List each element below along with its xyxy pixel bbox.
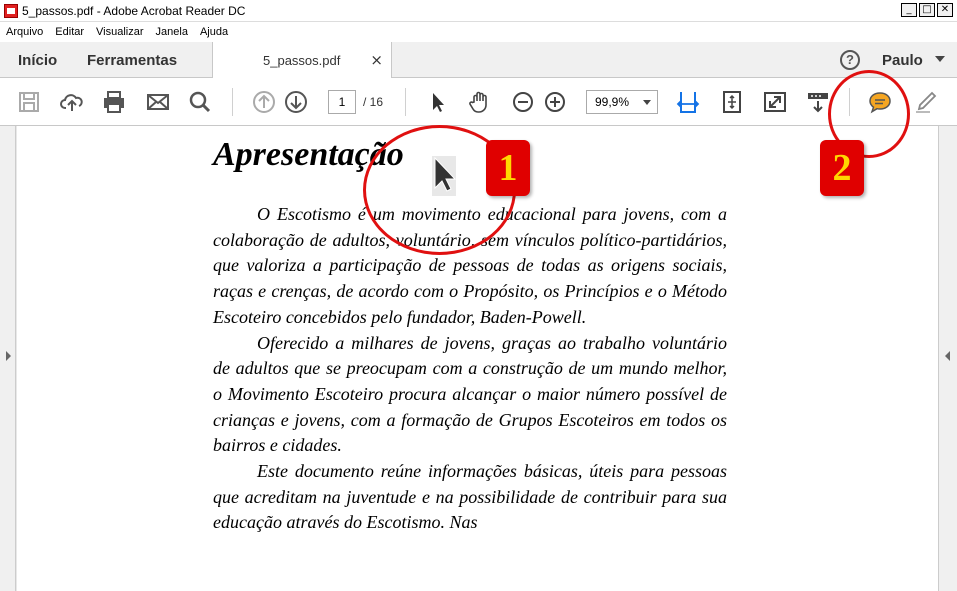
toolbar: 1 / 16 99,9%: [0, 78, 957, 126]
menu-visualizar[interactable]: Visualizar: [96, 26, 144, 38]
select-cursor-icon[interactable]: [426, 90, 450, 114]
expand-right-panel-icon: [945, 351, 950, 361]
help-icon[interactable]: ?: [840, 50, 860, 70]
maximize-button[interactable]: □: [919, 3, 935, 17]
close-window-button[interactable]: ✕: [937, 3, 953, 17]
zoom-value: 99,9%: [595, 95, 630, 109]
callout-badge-1: 1: [486, 140, 530, 196]
document-body: O Escotismo é um movimento educacional p…: [213, 202, 727, 536]
zoom-select[interactable]: 99,9%: [586, 90, 658, 114]
toolbar-separator: [405, 88, 406, 116]
zoom-out-icon[interactable]: [511, 90, 535, 114]
close-tab-icon[interactable]: ×: [370, 51, 383, 69]
menu-janela[interactable]: Janela: [156, 26, 188, 38]
menu-bar: Arquivo Editar Visualizar Janela Ajuda: [0, 22, 957, 42]
expand-left-panel-icon: [6, 351, 11, 361]
fit-width-icon[interactable]: [676, 90, 700, 114]
minimize-button[interactable]: _: [901, 3, 917, 17]
left-panel-toggle[interactable]: [0, 126, 16, 591]
tab-tools[interactable]: Ferramentas: [87, 52, 177, 69]
previous-page-icon[interactable]: [252, 90, 276, 114]
tab-bar: Início Ferramentas 5_passos.pdf × ? Paul…: [0, 42, 957, 79]
document-paragraph: Este documento reúne informações básicas…: [213, 461, 727, 533]
zoom-in-icon[interactable]: [543, 90, 567, 114]
menu-arquivo[interactable]: Arquivo: [6, 26, 43, 38]
window-titlebar: 5_passos.pdf - Adobe Acrobat Reader DC _…: [0, 0, 957, 22]
document-paragraph: Oferecido a milhares de jovens, graças a…: [213, 332, 727, 456]
toolbar-separator: [232, 88, 233, 116]
full-screen-icon[interactable]: [763, 90, 787, 114]
tab-document-label: 5_passos.pdf: [263, 53, 341, 68]
page-number-input[interactable]: 1: [328, 90, 356, 114]
tab-document[interactable]: 5_passos.pdf ×: [212, 42, 392, 79]
page-total: / 16: [363, 95, 384, 109]
menu-editar[interactable]: Editar: [55, 26, 84, 38]
tab-home[interactable]: Início: [18, 52, 57, 69]
highlight-pen-icon[interactable]: [914, 90, 938, 114]
window-controls: _ □ ✕: [901, 3, 953, 17]
upload-icon[interactable]: [60, 90, 84, 114]
acrobat-app-icon: [4, 3, 18, 18]
chevron-down-icon: [643, 100, 651, 105]
menu-ajuda[interactable]: Ajuda: [200, 26, 228, 38]
fit-page-icon[interactable]: [720, 90, 744, 114]
user-name[interactable]: Paulo: [882, 52, 923, 69]
scroll-mode-icon[interactable]: [806, 90, 830, 114]
email-icon[interactable]: [146, 90, 170, 114]
save-icon[interactable]: [17, 90, 41, 114]
hand-tool-icon[interactable]: [468, 90, 492, 114]
callout-badge-2: 2: [820, 140, 864, 196]
search-icon[interactable]: [188, 90, 212, 114]
print-icon[interactable]: [102, 90, 126, 114]
right-panel-toggle[interactable]: [938, 126, 957, 591]
window-title: 5_passos.pdf - Adobe Acrobat Reader DC: [22, 3, 246, 18]
next-page-icon[interactable]: [284, 90, 308, 114]
chevron-down-icon[interactable]: [935, 56, 945, 62]
